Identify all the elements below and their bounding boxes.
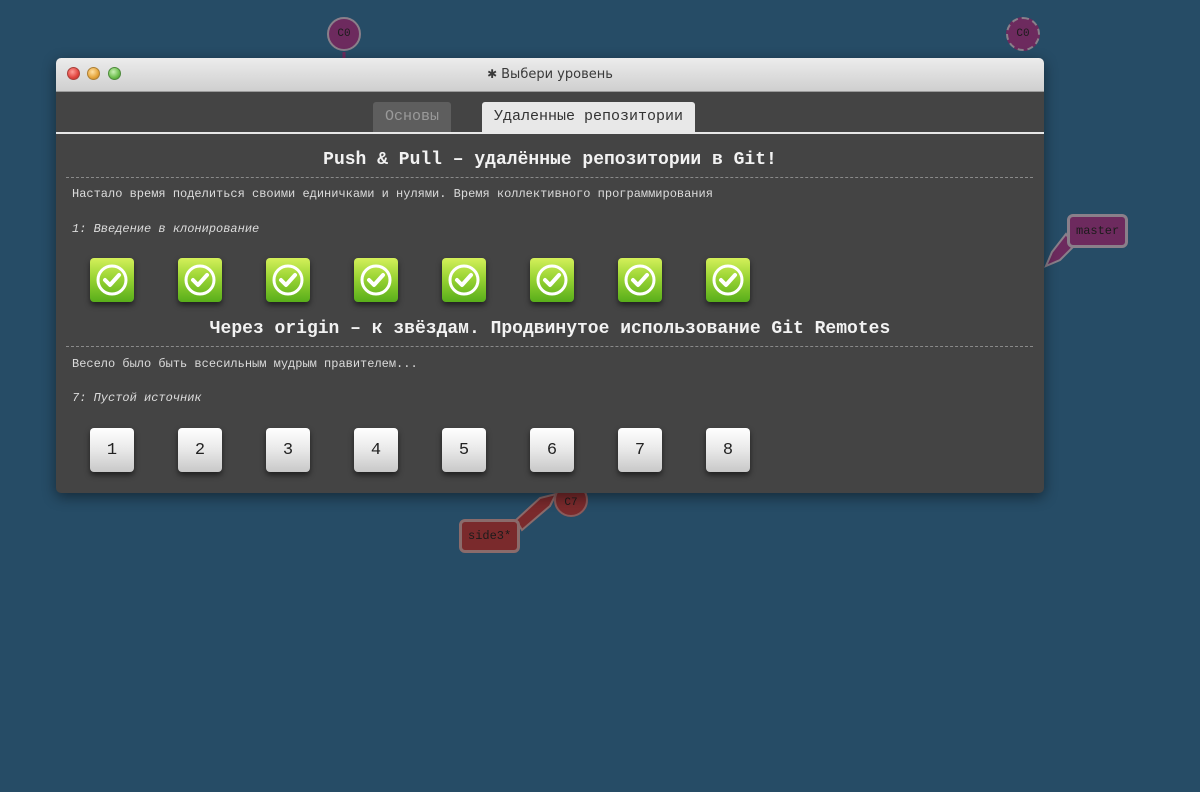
level-button-2-7[interactable]: 7 (618, 428, 662, 472)
level-number: 1 (106, 440, 118, 460)
checkmark-icon (623, 263, 657, 297)
level-tabs: Основы Удаленные репозитории (56, 92, 1044, 134)
level-button-2-8[interactable]: 8 (706, 428, 750, 472)
section-divider (66, 346, 1033, 347)
selected-level-name: 1: Введение в клонирование (72, 222, 260, 236)
side3-arrow (514, 492, 558, 532)
level-button-1-2[interactable] (178, 258, 222, 302)
window-titlebar: ✱ Выбери уровень (56, 58, 1044, 92)
branch-side3[interactable]: side3* (459, 519, 521, 553)
tab-remote-repositories[interactable]: Удаленные репозитории (482, 102, 696, 132)
gear-icon: ✱ (487, 67, 498, 81)
level-button-1-5[interactable] (442, 258, 486, 302)
level-button-2-4[interactable]: 4 (354, 428, 398, 472)
section-description: Весело было быть всесильным мудрым прави… (72, 357, 418, 371)
level-number: 7 (634, 440, 646, 460)
section-title-push-pull: Push & Pull – удалённые репозитории в Gi… (323, 150, 777, 170)
window-title-text: Выбери уровень (501, 67, 613, 82)
level-select-window: ✱ Выбери уровень Основы Удаленные репозит… (56, 58, 1044, 493)
level-button-1-3[interactable] (266, 258, 310, 302)
level-number: 3 (282, 440, 294, 460)
commit-label: C0 (337, 28, 351, 40)
level-number: 8 (722, 440, 734, 460)
checkmark-icon (535, 263, 569, 297)
selected-level-name: 7: Пустой источник (72, 391, 202, 405)
checkmark-icon (95, 263, 129, 297)
window-title: ✱ Выбери уровень (56, 58, 1044, 91)
checkmark-icon (711, 263, 745, 297)
tab-basics[interactable]: Основы (373, 102, 452, 132)
level-button-2-1[interactable]: 1 (90, 428, 134, 472)
section-divider (66, 177, 1033, 178)
checkmark-icon (183, 263, 217, 297)
level-number: 5 (458, 440, 470, 460)
level-button-2-6[interactable]: 6 (530, 428, 574, 472)
level-number: 2 (194, 440, 206, 460)
level-button-2-5[interactable]: 5 (442, 428, 486, 472)
branch-label: master (1076, 224, 1120, 238)
commit-label: C7 (564, 497, 578, 509)
level-number: 4 (370, 440, 382, 460)
section-title-origin: Через origin – к звёздам. Продвинутое ис… (209, 319, 891, 339)
commit-node-c0-left[interactable]: C0 (327, 17, 361, 51)
level-button-1-7[interactable] (618, 258, 662, 302)
level-button-1-8[interactable] (706, 258, 750, 302)
level-button-1-6[interactable] (530, 258, 574, 302)
level-button-1-4[interactable] (354, 258, 398, 302)
visualization-canvas: C0 C0 C7 master side3* ✱ Выбери уровень О… (0, 0, 1200, 792)
checkmark-icon (447, 263, 481, 297)
commit-label: C0 (1016, 28, 1030, 40)
section-description: Настало время поделиться своими единичка… (72, 187, 713, 201)
level-number: 6 (546, 440, 558, 460)
level-button-1-1[interactable] (90, 258, 134, 302)
branch-label: side3* (468, 529, 512, 543)
commit-node-c0-right[interactable]: C0 (1006, 17, 1040, 51)
checkmark-icon (359, 263, 393, 297)
level-button-2-2[interactable]: 2 (178, 428, 222, 472)
checkmark-icon (271, 263, 305, 297)
level-button-2-3[interactable]: 3 (266, 428, 310, 472)
branch-master[interactable]: master (1067, 214, 1129, 248)
